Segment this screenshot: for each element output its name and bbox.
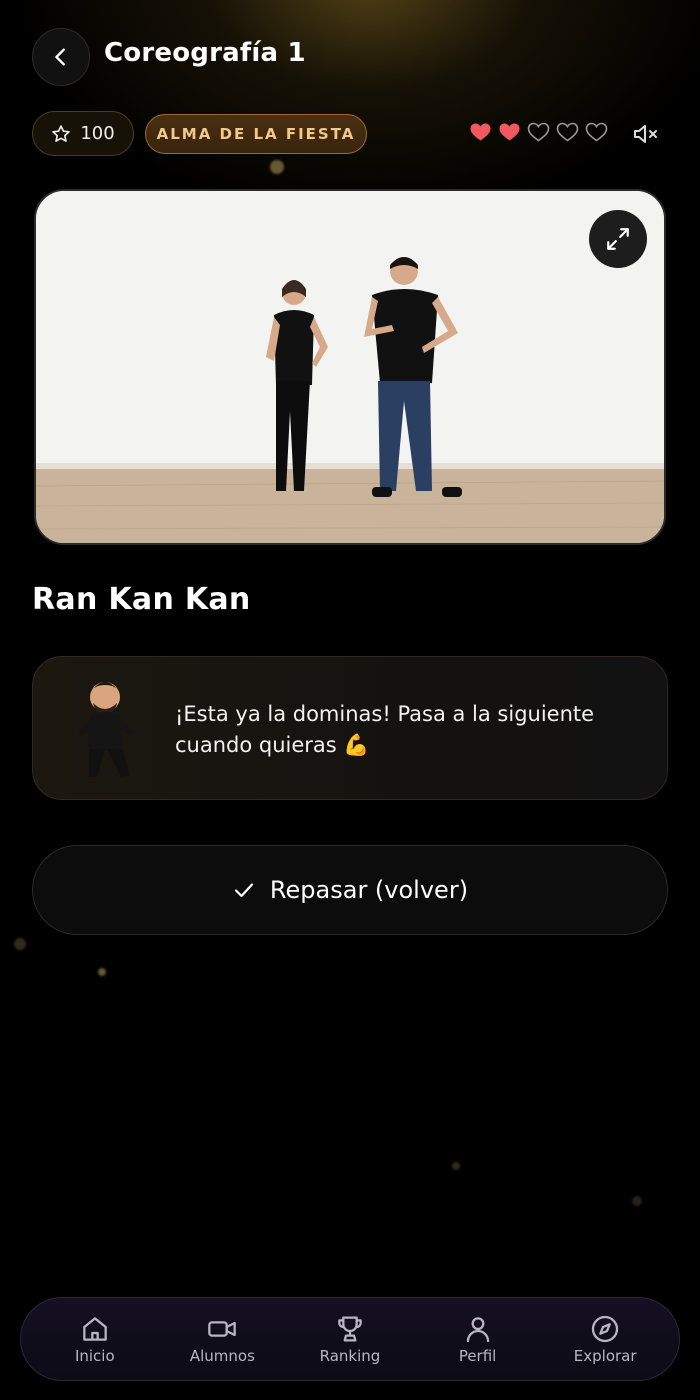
bottom-navigation: Inicio Alumnos Ranking Perfil Explorar — [20, 1297, 680, 1381]
nav-item-label: Alumnos — [189, 1347, 255, 1365]
nav-item-alumnos[interactable]: Alumnos — [167, 1313, 277, 1365]
fullscreen-button[interactable] — [589, 210, 647, 268]
review-button-label: Repasar (volver) — [269, 876, 469, 904]
song-title: Ran Kan Kan — [32, 582, 251, 617]
nav-item-label: Perfil — [458, 1347, 497, 1365]
back-button[interactable] — [32, 28, 90, 86]
sparkle — [632, 1196, 642, 1206]
trophy-icon — [338, 1316, 362, 1342]
points-value: 100 — [80, 123, 115, 144]
points-badge: 100 — [32, 111, 134, 156]
heart-filled-icon — [499, 123, 520, 141]
nav-item-label: Inicio — [74, 1347, 115, 1365]
home-icon — [82, 1317, 107, 1341]
coach-message-card: ¡Esta ya la dominas! Pasa a la siguiente… — [32, 656, 668, 800]
coach-message-text: ¡Esta ya la dominas! Pasa a la siguiente… — [175, 702, 595, 757]
nav-item-ranking[interactable]: Ranking — [295, 1313, 405, 1365]
level-badge: ALMA DE LA FIESTA — [145, 114, 367, 154]
nav-item-label: Explorar — [573, 1347, 637, 1365]
nav-item-explorar[interactable]: Explorar — [550, 1313, 660, 1365]
nav-item-label: Ranking — [319, 1347, 381, 1365]
sparkle — [14, 938, 26, 950]
heart-empty-icon — [527, 122, 550, 142]
chevron-left-icon — [55, 48, 65, 66]
mute-icon[interactable] — [632, 122, 660, 146]
heart-empty-icon — [585, 122, 608, 142]
page-title: Coreografía 1 — [104, 38, 306, 68]
video-player[interactable] — [34, 189, 666, 545]
expand-icon — [607, 228, 629, 250]
nav-item-inicio[interactable]: Inicio — [40, 1313, 150, 1365]
video-camera-icon — [208, 1321, 237, 1337]
compass-icon — [592, 1315, 619, 1343]
sparkle — [452, 1162, 460, 1170]
sparkle — [270, 160, 284, 174]
heart-empty-icon — [556, 122, 579, 142]
video-frame — [36, 191, 664, 543]
checkmark-icon — [234, 883, 254, 898]
nav-item-perfil[interactable]: Perfil — [423, 1313, 533, 1365]
sparkle — [98, 968, 106, 976]
user-icon — [466, 1317, 489, 1343]
star-icon — [52, 124, 71, 142]
coach-avatar — [77, 682, 133, 777]
review-button[interactable]: Repasar (volver) — [32, 845, 668, 935]
heart-filled-icon — [470, 123, 491, 141]
lives-hearts — [468, 120, 609, 144]
